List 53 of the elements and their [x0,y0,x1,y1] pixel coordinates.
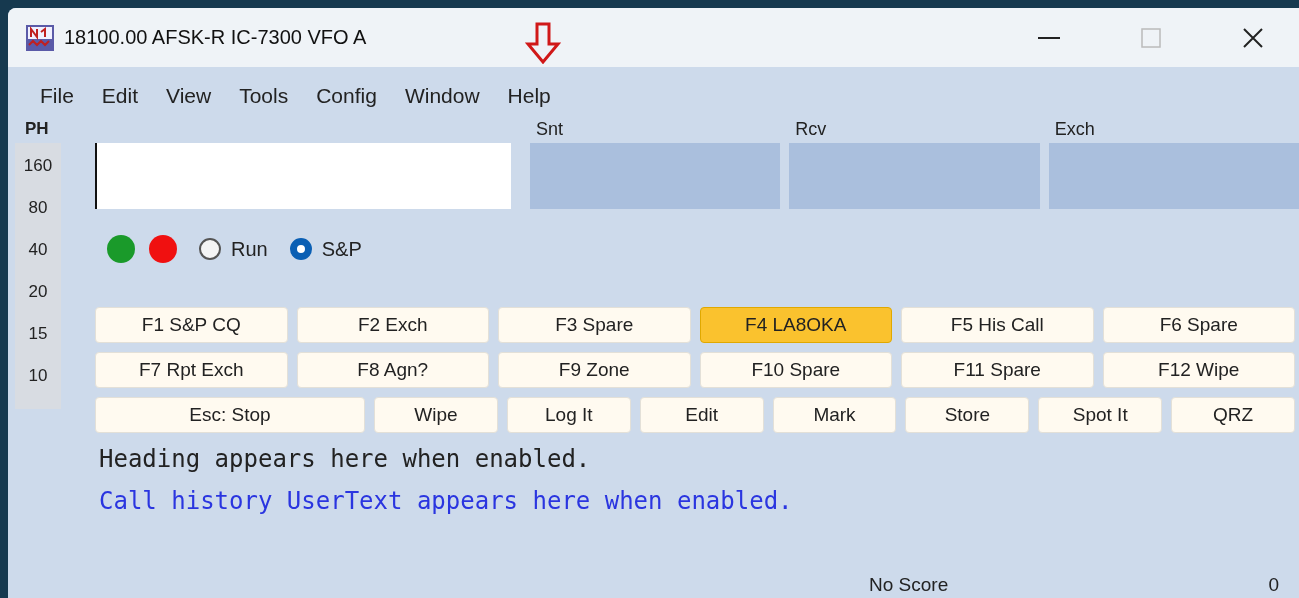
heading-text: Heading appears here when enabled. [99,445,592,473]
user-text: Call history UserText appears here when enabled. [99,487,794,515]
maximize-icon [1141,27,1161,48]
function-key-button[interactable]: F6 Spare [1102,307,1295,343]
function-key-button[interactable]: F5 His Call [901,307,1094,343]
mode-radio[interactable]: S&P [289,237,362,261]
menu-item[interactable]: View [152,77,226,115]
band-item[interactable]: 80 [15,187,61,229]
function-key-button[interactable]: F8 Agn? [296,352,489,388]
exchange-field[interactable] [789,143,1040,209]
field-label: Rcv [794,118,827,141]
logo-icon [26,24,54,51]
function-key-button[interactable]: F10 Spare [699,352,892,388]
function-key-button[interactable]: Log It [506,397,631,433]
function-key-button[interactable]: F3 Spare [498,307,691,343]
function-key-button[interactable]: F1 S&P CQ [95,307,288,343]
function-key-button[interactable]: F12 Wipe [1102,352,1295,388]
function-key-button[interactable]: Esc: Stop [95,397,366,433]
exchange-field[interactable] [1048,143,1299,209]
menu-item[interactable]: Help [493,77,565,115]
function-key-button[interactable]: F11 Spare [901,352,1094,388]
score-text: No Score [869,574,949,596]
function-key-button[interactable]: F9 Zone [498,352,691,388]
function-key-button[interactable]: Mark [772,397,897,433]
callsign-field[interactable] [95,143,511,209]
function-key-button[interactable]: Store [905,397,1030,433]
close-icon [1242,26,1264,49]
field-label: Snt [535,118,564,141]
function-key-button[interactable]: Spot It [1038,397,1163,433]
count-text: 0 [1268,574,1279,596]
menu-item[interactable]: Tools [225,77,303,115]
mode-radio[interactable]: Run [199,237,268,261]
band-item[interactable]: 40 [15,229,61,271]
mode-label: PH [24,118,50,140]
function-key-button[interactable]: Wipe [374,397,498,433]
function-key-button[interactable]: F2 Exch [296,307,489,343]
band-item[interactable]: 10 [15,355,61,397]
band-item[interactable]: 160 [15,145,61,187]
function-key-button[interactable]: Edit [639,397,764,433]
window-title: 18100.00 AFSK-R IC-7300 VFO A [64,26,367,49]
down-arrow-icon [525,22,561,64]
menu-item[interactable]: Window [390,77,494,115]
menu-item[interactable]: Edit [87,77,153,115]
menu-item[interactable]: Config [302,77,391,115]
minimize-icon [1038,36,1060,39]
function-key-button[interactable]: F4 LA8OKA [699,307,892,343]
exchange-field[interactable] [530,143,781,209]
function-key-button[interactable]: QRZ [1171,397,1295,433]
band-item[interactable]: 20 [15,271,61,313]
menu-item[interactable]: File [26,77,88,115]
function-key-button[interactable]: F7 Rpt Exch [95,352,288,388]
field-label: Exch [1053,118,1095,141]
band-item[interactable]: 15 [15,313,61,355]
